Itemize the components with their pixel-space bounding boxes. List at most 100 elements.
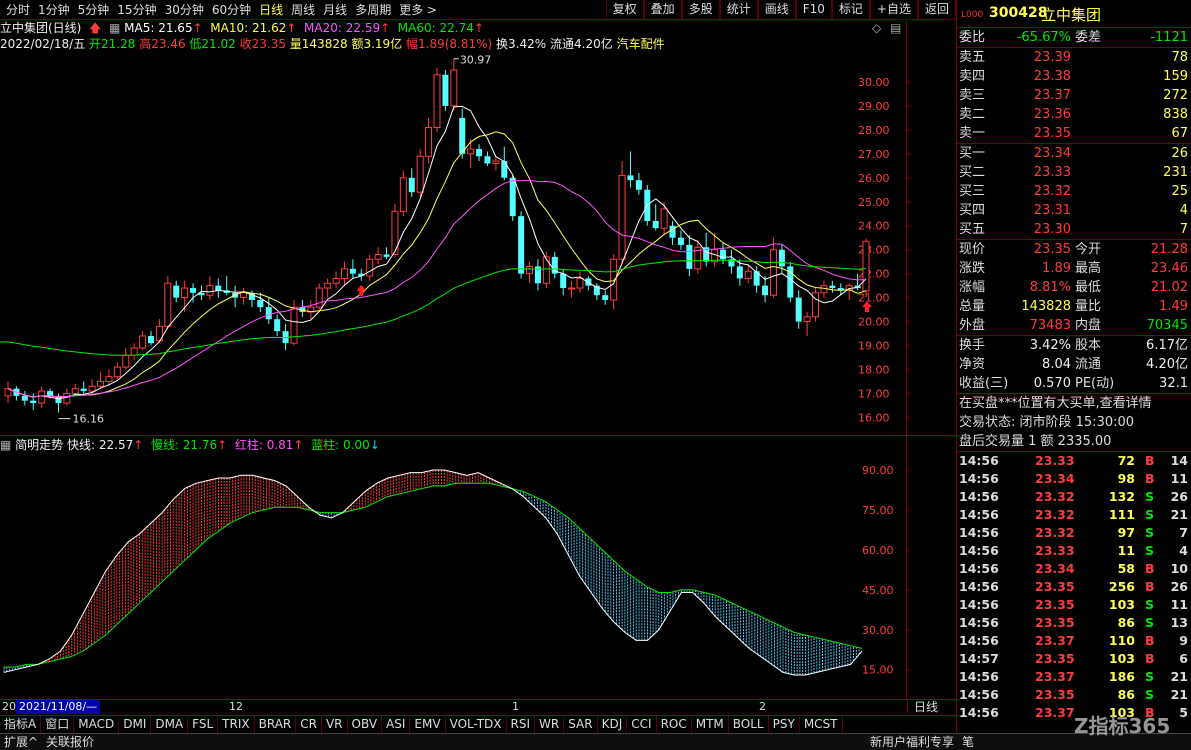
indicator-tab-emv[interactable]: EMV: [410, 716, 446, 733]
cycle-button[interactable]: 日线: [906, 700, 944, 714]
period-tab-5[interactable]: 60分钟: [208, 2, 255, 18]
indicator-tab-obv[interactable]: OBV: [348, 716, 383, 733]
indicator-tab-roc[interactable]: ROC: [657, 716, 692, 733]
candle-body-down: [442, 74, 449, 106]
indicator-tab-rsi[interactable]: RSI: [507, 716, 536, 733]
stats-label-2: 量比: [1075, 299, 1102, 314]
ma-menu-icon[interactable]: ▦: [109, 20, 120, 36]
bids-price: 23.32: [1033, 184, 1071, 199]
period-tab-9[interactable]: 多周期: [351, 2, 395, 18]
tool-button-4[interactable]: 画线: [757, 0, 796, 20]
indicator-tab-vol-tdx[interactable]: VOL-TDX: [446, 716, 507, 733]
diamond-icon[interactable]: ◇: [872, 20, 881, 36]
tool-button-8[interactable]: 返回: [917, 0, 956, 20]
tick-row: 14:56 23.33 11 S 4: [957, 542, 1191, 560]
candle-body-down: [484, 156, 491, 164]
tick-time: 14:56: [959, 471, 999, 486]
indicator-tab-cr[interactable]: CR: [296, 716, 322, 733]
tick-direction: B: [1145, 561, 1155, 576]
indicator-tab-vr[interactable]: VR: [322, 716, 348, 733]
candle-body-down: [669, 225, 676, 238]
tick-count: 11: [1170, 471, 1188, 486]
red-arrow-icon: ↑: [293, 438, 308, 452]
tick-row: 14:56 23.35 103 S 11: [957, 596, 1191, 614]
period-tab-0[interactable]: 分时: [2, 2, 34, 18]
period-tab-3[interactable]: 15分钟: [113, 2, 160, 18]
expand-button[interactable]: 扩展^: [4, 734, 38, 750]
indicator-tab-sar[interactable]: SAR: [564, 716, 598, 733]
tick-list[interactable]: 14:56 23.33 72 B 14 14:56 23.34 98 B 11 14:56 23.32…: [957, 452, 1191, 722]
related-quote-button[interactable]: 关联报价: [46, 734, 94, 750]
candle-body-up: [618, 174, 626, 260]
big-order-notice[interactable]: 在买盘***位置有大买单,查看详情: [957, 394, 1191, 413]
ohlc-change: 幅1.89(8.81%): [406, 37, 493, 51]
tool-button-7[interactable]: +自选: [869, 0, 918, 20]
candle-body-up: [240, 292, 248, 299]
indicator-chart[interactable]: 90.00 75.00 60.00 45.00 30.00 15.00: [0, 436, 956, 699]
tool-button-0[interactable]: 复权: [605, 0, 644, 20]
indicator-tab-boll[interactable]: BOLL: [729, 716, 769, 733]
indicator-tab-指标a[interactable]: 指标A: [0, 716, 42, 733]
candle-body-up: [416, 155, 424, 193]
slow-line: [4, 482, 863, 668]
new-user-promo[interactable]: 新用户福利专享: [870, 734, 954, 750]
indicator-tab-wr[interactable]: WR: [535, 716, 565, 733]
indicator-tab-fsl[interactable]: FSL: [188, 716, 219, 733]
candle-body-down: [652, 220, 659, 229]
indicator-tab-asi[interactable]: ASI: [382, 716, 411, 733]
grid-icon[interactable]: ▤: [890, 20, 901, 36]
period-tab-4[interactable]: 30分钟: [161, 2, 208, 18]
indicator-tab-cci[interactable]: CCI: [627, 716, 657, 733]
indicator-tab-macd[interactable]: MACD: [74, 716, 120, 733]
period-tab-10[interactable]: 更多 >: [395, 2, 441, 18]
indicator-tab-kdj[interactable]: KDJ: [598, 716, 628, 733]
candlestick-chart[interactable]: 30.0029.0028.0027.0026.0025.0024.0023.00…: [0, 52, 956, 435]
up-arrow-icon: 🡅: [85, 21, 106, 35]
indicator-tab-dmi[interactable]: DMI: [119, 716, 152, 733]
indicator-tab-mtm[interactable]: MTM: [692, 716, 729, 733]
period-tab-8[interactable]: 月线: [319, 2, 351, 18]
indicator-tab-trix[interactable]: TRIX: [218, 716, 255, 733]
stats-label: 总量: [959, 299, 986, 314]
tick-row: 14:56 23.37 186 S 21: [957, 668, 1191, 686]
candle-body-up: [38, 390, 46, 404]
stats-row: 涨跌 1.89 最高 23.46: [957, 259, 1191, 278]
period-tab-1[interactable]: 1分钟: [34, 2, 74, 18]
indicator-tab-窗口[interactable]: 窗口: [41, 716, 75, 733]
tick-volume: 103: [1108, 651, 1135, 666]
y-axis-label: 29.00: [858, 100, 890, 113]
bids-row: 买二 23.33 231: [957, 163, 1191, 182]
tool-button-5[interactable]: F10: [795, 0, 832, 20]
stats2-value-2: 4.20亿: [1146, 357, 1188, 372]
stats-row: 总量 143828 量比 1.49: [957, 297, 1191, 316]
indicator-tab-mcst[interactable]: MCST: [800, 716, 843, 733]
ma20-line: [7, 179, 867, 398]
tick-count: 4: [1179, 543, 1188, 558]
tick-count: 21: [1170, 669, 1188, 684]
indicator-tab-dma[interactable]: DMA: [151, 716, 189, 733]
indicator-tab-brar[interactable]: BRAR: [255, 716, 297, 733]
tick-time: 14:56: [959, 705, 999, 720]
tick-time: 14:56: [959, 453, 999, 468]
tool-button-1[interactable]: 叠加: [643, 0, 682, 20]
bids-label: 买四: [959, 203, 986, 218]
stats-value-2: 21.28: [1150, 242, 1188, 257]
stock-badge: L000: [961, 10, 984, 20]
weibi-value: -65.67%: [1016, 30, 1071, 45]
tool-button-3[interactable]: 统计: [719, 0, 758, 20]
indicator-tab-psy[interactable]: PSY: [769, 716, 800, 733]
period-tab-6[interactable]: 日线: [255, 2, 287, 18]
candle-body-up: [164, 282, 172, 327]
tick-direction: B: [1145, 453, 1155, 468]
tick-direction: S: [1145, 687, 1155, 702]
tick-count: 10: [1170, 561, 1188, 576]
tool-button-6[interactable]: 标记: [831, 0, 870, 20]
asks-price: 23.35: [1033, 126, 1071, 141]
tool-button-2[interactable]: 多股: [681, 0, 720, 20]
period-tab-7[interactable]: 周线: [287, 2, 319, 18]
tick-price: 23.34: [1035, 471, 1075, 486]
period-tab-2[interactable]: 5分钟: [74, 2, 114, 18]
indicator-legend: ▦ 简明走势 快线: 22.57↑ 慢线: 21.76↑ 红柱: 0.81↑ 蓝…: [0, 437, 380, 453]
indicator-menu-icon[interactable]: ▦: [0, 437, 11, 453]
ind-y-axis-label: 60.00: [862, 544, 894, 557]
